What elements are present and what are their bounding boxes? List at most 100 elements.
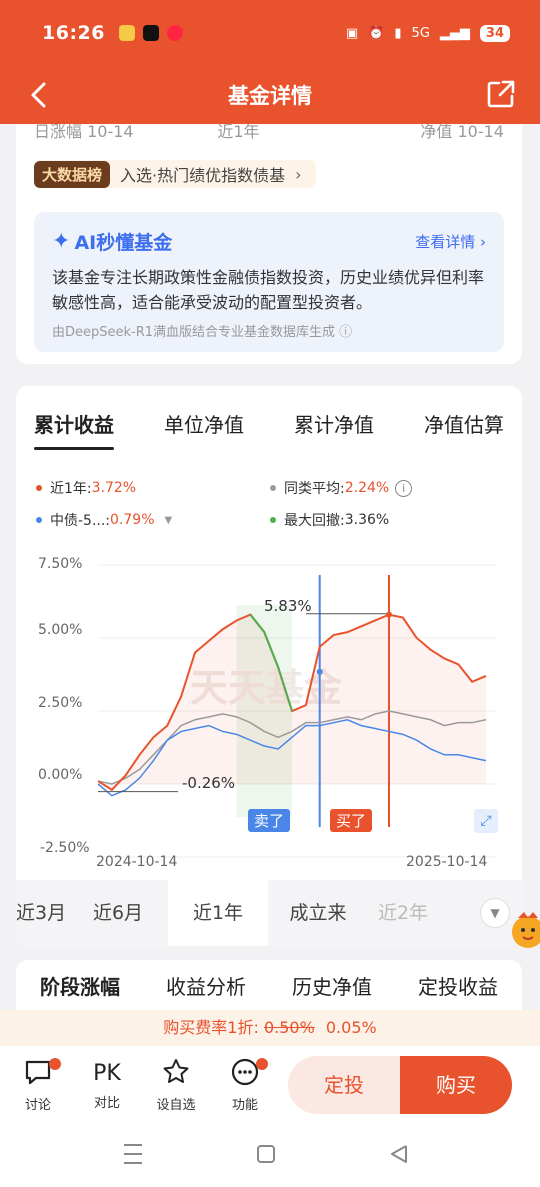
add-watchlist-button[interactable]: 设自选 xyxy=(145,1056,207,1113)
nav-date-label: 净值 10-14 xyxy=(420,124,504,141)
buy-marker[interactable]: 买了 xyxy=(330,809,373,832)
discuss-label: 讨论 xyxy=(24,1097,51,1113)
chart-tabs: 累计收益 单位净值 累计净值 净值估算 xyxy=(16,386,522,460)
period-2y[interactable]: 近2年 xyxy=(368,880,438,946)
page-title: 基金详情 xyxy=(228,84,312,108)
performance-chart-card: 累计收益 单位净值 累计净值 净值估算 近1年: 3.72% 同类平均: 2.2… xyxy=(16,386,522,946)
buy-point xyxy=(386,611,392,618)
x-start-label: 2024-10-14 xyxy=(96,854,178,870)
bigdata-tag: 大数据榜 xyxy=(34,160,111,188)
performance-chart[interactable]: 7.50% 5.00% 2.50% 0.00% -2.50% 天天基金 2024… xyxy=(16,551,522,881)
compare-button[interactable]: PK 对比 xyxy=(76,1058,138,1111)
period-since-inception[interactable]: 成立来 xyxy=(268,880,368,946)
legend-peer: 同类平均: 2.24% i xyxy=(270,478,413,498)
pk-icon: PK xyxy=(93,1060,121,1086)
ai-title: AI秒懂基金 xyxy=(74,232,173,254)
legend-fund-value: 3.72% xyxy=(91,480,137,496)
compare-label: 对比 xyxy=(93,1095,120,1111)
add-watchlist-label: 设自选 xyxy=(156,1097,196,1113)
signal-icon: ▂▄▆ xyxy=(439,25,470,41)
mascot-icon[interactable] xyxy=(506,904,540,954)
section-tabs: 阶段涨幅 收益分析 历史净值 定投收益 xyxy=(16,960,522,1010)
legend-dot-fund xyxy=(36,485,42,491)
fee-prefix: 购买费率1折: xyxy=(163,1018,259,1037)
legend-dot-peer xyxy=(270,485,276,491)
tab-period-return[interactable]: 阶段涨幅 xyxy=(40,971,120,1000)
functions-label: 功能 xyxy=(231,1097,258,1113)
legend-index-value: 0.79% xyxy=(110,512,155,528)
system-nav-icons xyxy=(124,1144,407,1164)
nfc-icon: ▣ xyxy=(345,25,359,41)
tab-nav-history[interactable]: 历史净值 xyxy=(292,971,372,1000)
ai-summary-box: ✦ AI秒懂基金 查看详情 › 该基金专注长期政策性金融债指数投资，历史业绩优异… xyxy=(34,212,504,352)
legend-index[interactable]: 中债-5...: 0.79% ▼ xyxy=(36,510,172,530)
period-selector: 近3月 近6月 近1年 成立来 近2年 ▼ xyxy=(16,880,522,946)
system-nav-bar xyxy=(0,1122,540,1187)
info-icon[interactable]: i xyxy=(395,479,413,497)
legend-peer-value: 2.24% xyxy=(344,480,390,496)
sparkle-icon: ✦ xyxy=(52,229,71,254)
fee-new: 0.05% xyxy=(325,1018,377,1037)
ai-footer-text: 由DeepSeek-R1满血版结合专业基金数据库生成 ⓘ xyxy=(52,325,353,340)
fee-old: 0.50% xyxy=(263,1018,315,1037)
star-plus-icon xyxy=(163,1058,189,1083)
ranking-text: 入选·热门绩优指数债基 xyxy=(120,166,286,185)
dropdown-triangle-icon[interactable]: ▼ xyxy=(165,515,173,526)
expand-icon[interactable]: ⤢ xyxy=(474,809,498,833)
legend-peer-label: 同类平均: xyxy=(284,481,345,497)
ai-body-text: 该基金专注长期政策性金融债指数投资，历史业绩优异但利率敏感性高，适合能承受波动的… xyxy=(52,268,485,312)
high-annotation: 5.83% xyxy=(264,597,312,615)
fee-banner: 购买费率1折: 0.50% 0.05% xyxy=(0,1010,540,1046)
back-arrow-icon[interactable] xyxy=(24,78,54,112)
legend-dot-index xyxy=(36,517,42,523)
status-time: 16:26 xyxy=(42,22,105,44)
sell-marker[interactable]: 卖了 xyxy=(248,809,291,832)
tab-cumulative-return[interactable]: 累计收益 xyxy=(34,409,114,450)
legend-fund-label: 近1年: xyxy=(50,481,92,497)
notification-app-icon xyxy=(118,25,135,41)
tab-return-analysis[interactable]: 收益分析 xyxy=(166,971,246,1000)
period-6m[interactable]: 近6月 xyxy=(68,880,168,946)
back-icon[interactable] xyxy=(391,1145,407,1163)
status-bar: 16:26 ▣ ⏰ ▮ 5G ▂▄▆ 34 xyxy=(0,0,540,66)
redbook-icon xyxy=(166,25,183,41)
alarm-icon: ⏰ xyxy=(368,25,385,41)
home-icon[interactable] xyxy=(257,1145,275,1163)
bottom-action-bar: 讨论 PK 对比 设自选 功能 定投 购买 xyxy=(0,1046,540,1122)
x-end-label: 2025-10-14 xyxy=(406,854,488,870)
tab-plan-return[interactable]: 定投收益 xyxy=(418,971,498,1000)
menu-icon[interactable] xyxy=(124,1144,142,1164)
discuss-button[interactable]: 讨论 xyxy=(7,1056,69,1113)
functions-button[interactable]: 功能 xyxy=(214,1056,276,1113)
tab-cumulative-nav[interactable]: 累计净值 xyxy=(294,409,374,438)
notification-dot xyxy=(256,1057,268,1070)
tab-nav-estimate[interactable]: 净值估算 xyxy=(424,409,504,438)
legend-fund: 近1年: 3.72% xyxy=(36,478,136,498)
vibrate-icon: ▮ xyxy=(394,25,402,41)
low-annotation: -0.26% xyxy=(182,774,236,792)
auto-invest-button[interactable]: 定投 xyxy=(288,1056,400,1114)
network-label: 5G xyxy=(411,25,430,41)
share-icon[interactable] xyxy=(486,79,516,109)
legend-drawdown: 最大回撤: 3.36% xyxy=(270,510,389,530)
nav-bar: 基金详情 xyxy=(0,66,540,124)
legend-drawdown-label: 最大回撤: xyxy=(284,513,345,529)
tiktok-icon xyxy=(142,25,159,41)
ranking-banner[interactable]: 大数据榜 入选·热门绩优指数债基 › xyxy=(34,160,316,188)
period-1y[interactable]: 近1年 xyxy=(168,880,268,946)
buy-button[interactable]: 购买 xyxy=(400,1056,512,1114)
legend-index-label: 中债-5...: xyxy=(50,513,111,529)
fund-summary-card: 日涨幅 10-14 近1年 净值 10-14 大数据榜 入选·热门绩优指数债基 … xyxy=(16,124,522,364)
tab-unit-nav[interactable]: 单位净值 xyxy=(164,409,244,438)
legend-dot-drawdown xyxy=(270,517,276,523)
day-change-label: 日涨幅 10-14 xyxy=(34,124,134,141)
period-3m[interactable]: 近3月 xyxy=(16,880,68,946)
top-stats-row: 日涨幅 10-14 近1年 净值 10-14 xyxy=(16,124,522,144)
battery-icon: 34 xyxy=(479,24,510,42)
legend-drawdown-value: 3.36% xyxy=(344,512,390,528)
range-label: 近1年 xyxy=(217,124,260,141)
notification-dot xyxy=(49,1057,61,1070)
chevron-right-icon: › xyxy=(295,164,302,184)
ai-more-link[interactable]: 查看详情 › xyxy=(415,231,486,252)
sell-point xyxy=(316,668,323,675)
